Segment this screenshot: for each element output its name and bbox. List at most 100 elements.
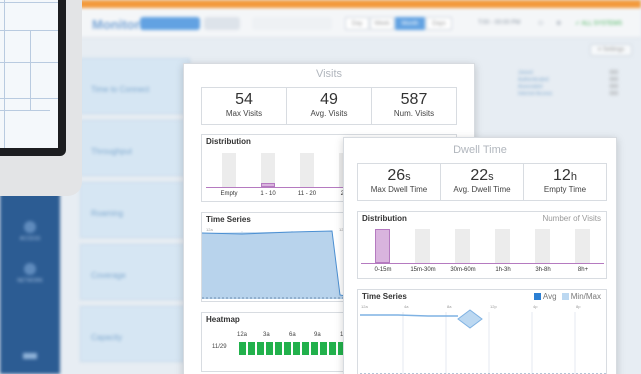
nav-seg-days[interactable]: Days — [426, 17, 452, 30]
heatmap-hour-label: 9a — [314, 332, 321, 338]
heatmap-cell — [266, 342, 273, 355]
heatmap-hour-label: 3a — [263, 332, 270, 338]
device-floorplan — [0, 0, 58, 148]
sidebar-item-label: NETWORK — [17, 278, 43, 284]
nav-time-info: T:00 - 00:00 PM — [478, 20, 521, 26]
heatmap-hour-label: 12a — [237, 332, 248, 338]
distribution-tick: 8h+ — [577, 267, 589, 273]
stat-empty-time: 12h Empty Time — [524, 164, 606, 200]
section-title: Heatmap — [206, 315, 240, 324]
top-accent-bar — [0, 0, 641, 8]
settings-button[interactable]: ≡ Settings — [590, 44, 632, 56]
distribution-bar — [415, 229, 430, 263]
stat-value: 22s — [470, 167, 494, 184]
metric-row[interactable]: Roaming — [80, 182, 190, 238]
metric-row[interactable]: Capacity — [80, 306, 190, 362]
heatmap-cell — [284, 342, 291, 355]
distribution-bar — [575, 229, 590, 263]
heatmap-cell — [239, 342, 246, 355]
metric-row[interactable]: Time to Connect — [80, 58, 190, 114]
distribution-tick: 30m-60m — [450, 267, 476, 273]
nav-pill-primary[interactable] — [140, 17, 200, 30]
stat-avg-dwell: 22s Avg. Dwell Time — [441, 164, 524, 200]
dwell-stats: 26s Max Dwell Time 22s Avg. Dwell Time 1… — [357, 163, 607, 201]
metric-row[interactable]: Throughput — [80, 120, 190, 176]
heatmap-hour-label: 6a — [289, 332, 296, 338]
left-sidebar: ACCESS NETWORK — [0, 185, 60, 374]
user-icon[interactable]: ⚇ — [538, 20, 543, 27]
dwell-time-series: Time Series Avg Min/Max 12a 4a 8a 12p 4p 8p — [357, 289, 607, 374]
sidebar-item-network[interactable]: NETWORK — [0, 263, 60, 284]
distribution-axis-label: Number of Visits — [542, 214, 601, 223]
heatmap-cell — [329, 342, 336, 355]
heatmap-cell — [248, 342, 255, 355]
legend-label: Associated — [518, 84, 543, 90]
stat-label: Num. Visits — [393, 109, 435, 118]
legend-label: Authenticated — [518, 77, 549, 83]
legend-value: 000 — [609, 77, 618, 83]
heatmap-cell — [257, 342, 264, 355]
legend-label: Internet Access — [518, 91, 553, 97]
heatmap-cell — [293, 342, 300, 355]
distribution-tick: 1 - 10 — [260, 191, 276, 197]
stat-num-visits: 587 Num. Visits — [372, 88, 456, 124]
distribution-tick: Empty — [220, 191, 238, 197]
stat-label: Max Dwell Time — [370, 185, 428, 194]
distribution-tick: 1h-3h — [495, 267, 511, 273]
device-frame — [0, 0, 82, 196]
stat-label: Empty Time — [543, 185, 587, 194]
distribution-bar — [222, 153, 236, 187]
distribution-bar — [455, 229, 470, 263]
stat-value: 26s — [387, 167, 411, 184]
nav-pill-secondary[interactable] — [204, 17, 240, 30]
stat-value: 49 — [320, 91, 338, 108]
nav-select[interactable] — [252, 17, 332, 30]
stat-max-visits: 54 Max Visits — [202, 88, 287, 124]
heatmap-cell — [275, 342, 282, 355]
network-icon — [24, 263, 36, 275]
distribution-bar — [535, 229, 550, 263]
stat-value: 54 — [235, 91, 253, 108]
heatmap-cell — [320, 342, 327, 355]
system-status: ✓ ALL SYSTEMS — [575, 21, 623, 27]
distribution-bar — [495, 229, 510, 263]
nav-seg-week[interactable]: Week — [370, 17, 394, 30]
dwell-distribution: Distribution Number of Visits 0-15m 15m-3… — [357, 211, 607, 279]
section-title: Distribution — [362, 214, 407, 223]
brand-name: Monitor — [92, 17, 140, 32]
legend-value: 000 — [609, 84, 618, 90]
top-nav: Monitor Day Week Month Days T:00 - 00:00… — [0, 8, 641, 38]
legend-label: Joined — [518, 70, 533, 76]
stat-value: 12h — [553, 167, 577, 184]
heatmap-cell — [302, 342, 309, 355]
gear-icon[interactable]: ⚙ — [556, 20, 561, 27]
distribution-bar — [375, 229, 390, 263]
nav-seg-day[interactable]: Day — [345, 17, 369, 30]
legend-value: 000 — [609, 91, 618, 97]
sidebar-item-access[interactable]: ACCESS — [0, 221, 60, 242]
legend-value: 000 — [609, 70, 618, 76]
distribution-tick: 15m-30m — [410, 267, 436, 273]
sidebar-footer-icon[interactable] — [0, 353, 60, 361]
background-legend: Joined 000 Authenticated 000 Associated 000… — [518, 70, 618, 98]
stat-value: 587 — [400, 91, 428, 108]
distribution-tick: 0-15m — [374, 267, 392, 273]
device-screen — [0, 0, 66, 156]
dwell-time-panel: Dwell Time 26s Max Dwell Time 22s Avg. D… — [343, 137, 617, 374]
access-icon — [24, 221, 36, 233]
metric-row[interactable]: Coverage — [80, 244, 190, 300]
distribution-bar — [261, 153, 275, 187]
stat-avg-visits: 49 Avg. Visits — [287, 88, 372, 124]
distribution-baseline — [206, 187, 356, 188]
stat-label: Avg. Dwell Time — [453, 185, 511, 194]
distribution-tick: 11 - 20 — [297, 191, 317, 197]
visits-title: Visits — [315, 68, 343, 80]
stat-max-dwell: 26s Max Dwell Time — [358, 164, 441, 200]
sidebar-item-label: ACCESS — [19, 236, 41, 242]
dwell-title: Dwell Time — [453, 144, 507, 156]
stat-label: Max Visits — [225, 109, 263, 118]
distribution-baseline — [361, 263, 604, 264]
section-title: Distribution — [206, 137, 251, 146]
nav-seg-month[interactable]: Month — [395, 17, 425, 30]
distribution-tick: 3h-8h — [535, 267, 551, 273]
